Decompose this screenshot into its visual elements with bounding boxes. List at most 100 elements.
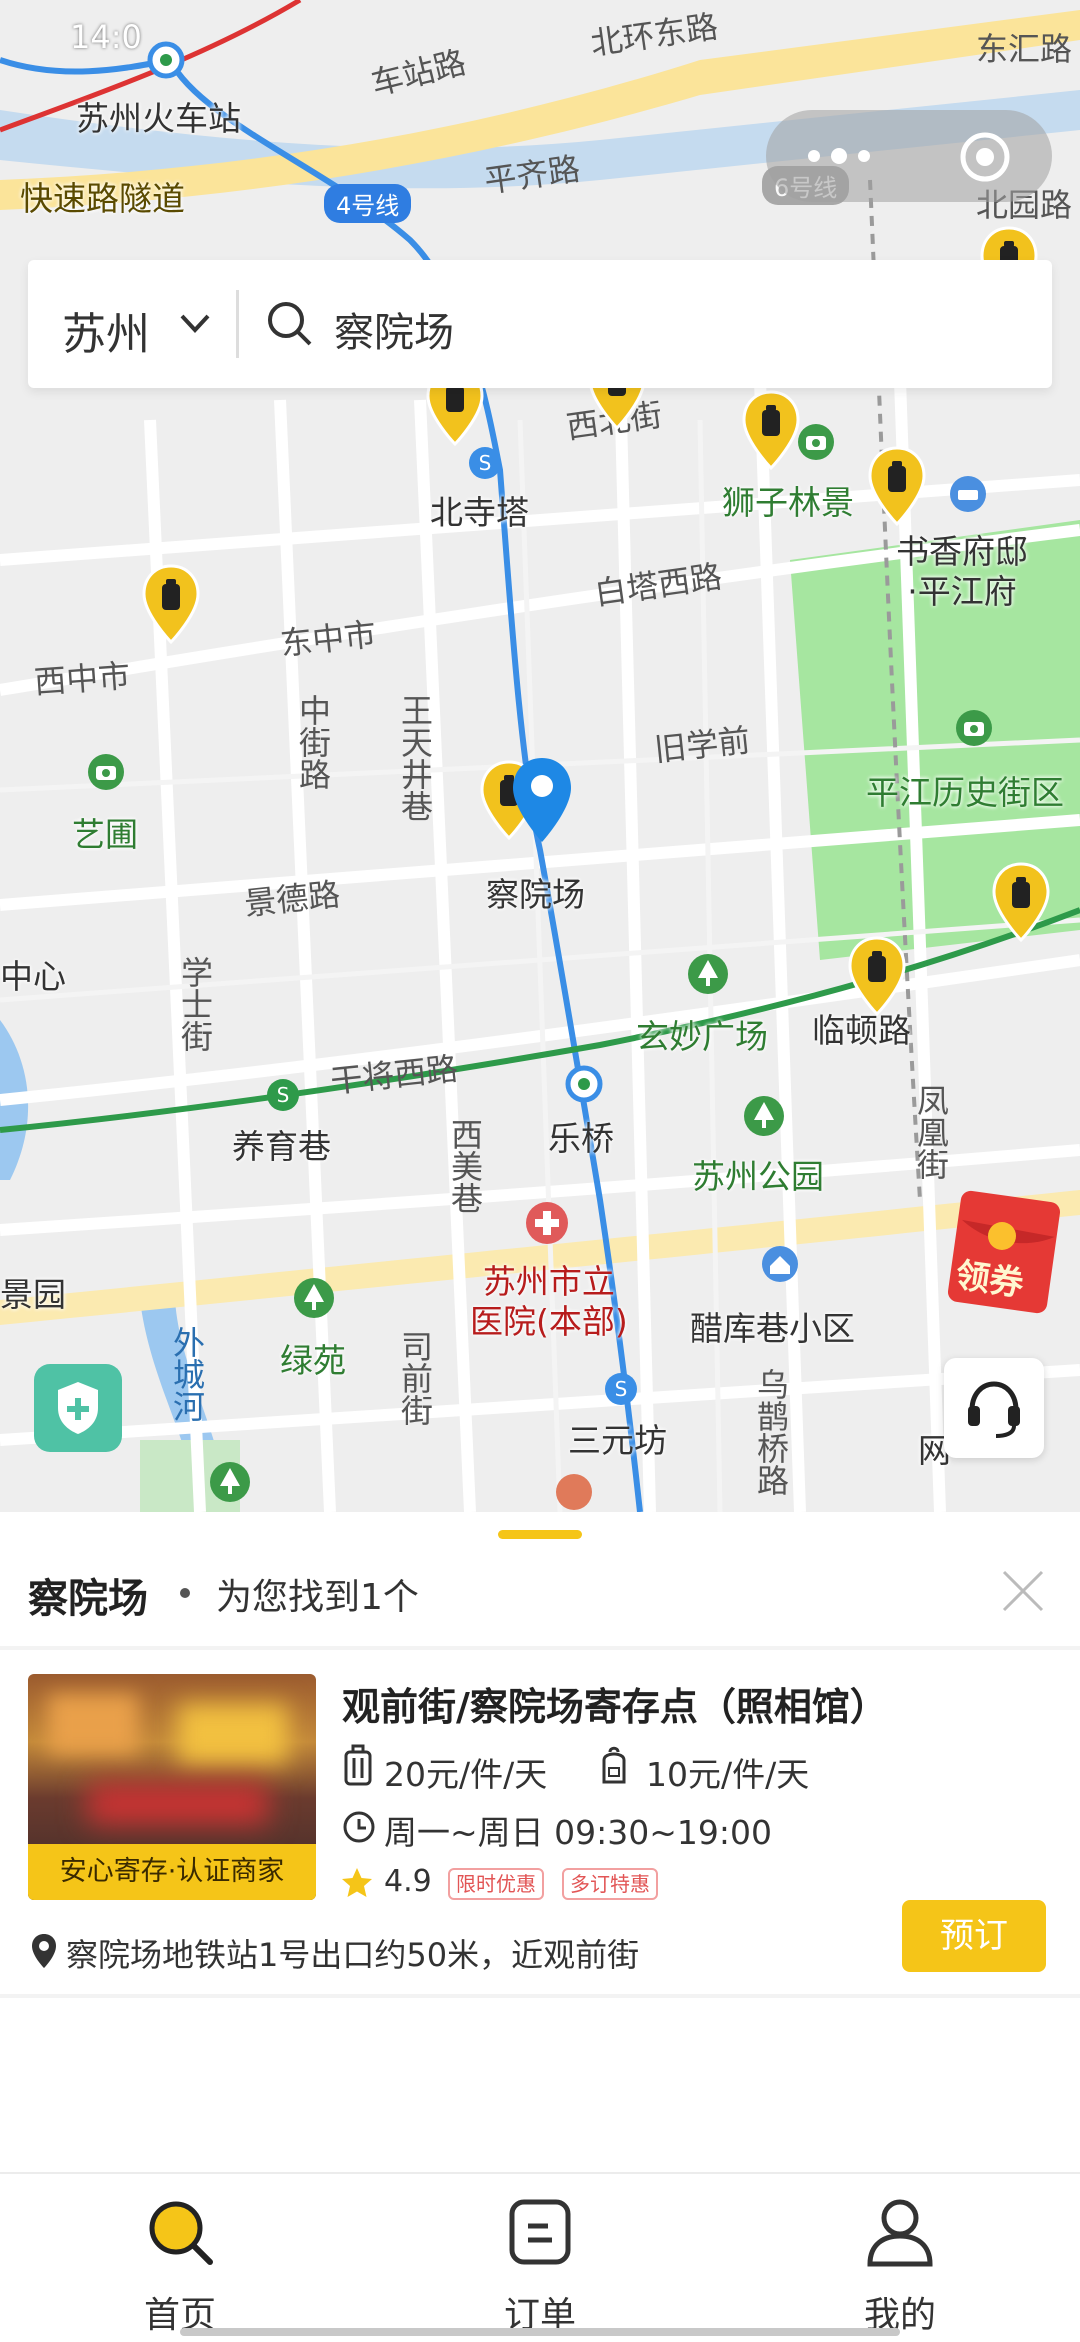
store-address: 察院场地铁站1号出口约50米，近观前街 bbox=[66, 1936, 640, 1974]
map-label-tunnel: 快速路隧道 bbox=[20, 179, 185, 218]
map-label-jingyuan: 景园 bbox=[0, 1275, 66, 1314]
tree-poi-icon bbox=[688, 954, 728, 994]
map-label-shizilin: 狮子林景 bbox=[722, 483, 854, 522]
map-label-shuxiang: 书香府邸 ·平江府 bbox=[896, 532, 1028, 611]
headset-icon bbox=[968, 1381, 1020, 1438]
shield-plus-icon bbox=[58, 1382, 98, 1434]
storage-pin-icon[interactable] bbox=[740, 390, 802, 470]
map-label-suzhou-station: 苏州火车站 bbox=[76, 99, 241, 138]
food-poi-icon bbox=[556, 1474, 592, 1510]
rating-value: 4.9 bbox=[384, 1864, 432, 1899]
map-label-zhongjie: 中街路 bbox=[294, 694, 332, 790]
search-input[interactable]: 察院场 bbox=[334, 300, 454, 358]
map-label-waicheng: 外城河 bbox=[168, 1326, 206, 1422]
map-label-fenghuang: 凤凰街 bbox=[912, 1084, 950, 1180]
status-time: 14:0 bbox=[70, 18, 142, 56]
close-program-icon[interactable] bbox=[958, 130, 1012, 184]
safety-shield-button[interactable] bbox=[34, 1364, 122, 1452]
camera-poi-icon bbox=[956, 710, 992, 746]
search-bar[interactable]: 苏州 察院场 bbox=[28, 260, 1052, 388]
backpack-icon bbox=[602, 1746, 626, 1784]
coupon-button[interactable]: 领券 bbox=[946, 1186, 1080, 1316]
map-label-donghui: 东汇路 bbox=[976, 30, 1073, 68]
search-icon bbox=[268, 302, 312, 346]
storage-pin-icon[interactable] bbox=[866, 446, 928, 526]
store-photo[interactable]: 安心寄存·认证商家 bbox=[28, 1674, 316, 1900]
selected-location-pin-icon[interactable] bbox=[510, 756, 574, 844]
camera-poi-icon bbox=[798, 424, 834, 460]
tree-poi-icon bbox=[744, 1096, 784, 1136]
promo-tag-multi: 多订特惠 bbox=[562, 1868, 658, 1900]
sheet-title: 察院场 bbox=[28, 1576, 148, 1622]
map-label-siqian: 司前街 bbox=[396, 1330, 434, 1426]
sheet-drag-handle[interactable] bbox=[498, 1530, 582, 1539]
metro-station-icon: S bbox=[605, 1373, 637, 1405]
close-icon[interactable] bbox=[1000, 1568, 1046, 1614]
opening-hours: 周一~周日 09:30~19:00 bbox=[384, 1813, 772, 1852]
map-label-cuku: 醋库巷小区 bbox=[690, 1309, 855, 1348]
map-view[interactable]: 苏州火车站 快速路隧道 车站路 平齐路 北环东路 东汇路 北园路 西北街 北寺塔… bbox=[0, 0, 1080, 1512]
map-label-wangtianjing: 王天井巷 bbox=[396, 694, 434, 822]
svg-text:S: S bbox=[615, 1377, 628, 1401]
map-label-xueshi: 学士街 bbox=[176, 956, 214, 1052]
svg-text:S: S bbox=[277, 1083, 290, 1107]
storage-pin-icon[interactable] bbox=[140, 564, 202, 644]
clock-icon bbox=[343, 1811, 375, 1843]
map-label-leqiao: 乐桥 bbox=[548, 1119, 614, 1158]
customer-service-button[interactable] bbox=[944, 1358, 1044, 1458]
city-selector[interactable]: 苏州 bbox=[62, 298, 150, 362]
map-label-center: 中心 bbox=[0, 957, 66, 996]
map-label-hospital: 苏州市立 医院(本部) bbox=[470, 1262, 628, 1341]
results-sheet: 察院场 为您找到1个 安心寄存·认证商家 观前街/察院场寄存点（照相馆） 20元… bbox=[0, 1512, 1080, 2172]
book-button[interactable]: 预订 bbox=[902, 1900, 1046, 1972]
chevron-down-icon[interactable] bbox=[174, 302, 216, 344]
profile-icon bbox=[867, 2199, 933, 2267]
divider bbox=[0, 1994, 1080, 1998]
map-label-suzhou-park: 苏州公园 bbox=[692, 1157, 824, 1196]
svg-text:S: S bbox=[479, 451, 492, 475]
hotel-poi-icon bbox=[950, 476, 986, 512]
search-icon bbox=[149, 2201, 213, 2265]
mini-program-capsule[interactable] bbox=[766, 110, 1052, 202]
hospital-poi-icon bbox=[526, 1202, 568, 1244]
storage-pin-icon[interactable] bbox=[990, 862, 1052, 942]
map-label-pingjiang: 平江历史街区 bbox=[866, 773, 1064, 812]
nav-orders[interactable]: 订单 bbox=[440, 2174, 640, 2342]
map-label-lvyuan: 绿苑 bbox=[280, 1341, 346, 1380]
map-label-xuanmiao: 玄妙广场 bbox=[636, 1017, 768, 1056]
star-icon bbox=[342, 1868, 372, 1897]
price-small-luggage: 10元/件/天 bbox=[646, 1755, 810, 1794]
map-label-ximei: 西美巷 bbox=[446, 1118, 484, 1214]
home-indicator bbox=[180, 2328, 900, 2336]
bottom-nav: 首页 订单 我的 bbox=[0, 2172, 1080, 2342]
price-large-luggage: 20元/件/天 bbox=[384, 1755, 548, 1794]
residence-poi-icon bbox=[762, 1246, 798, 1282]
map-label-beisita: 北寺塔 bbox=[430, 493, 529, 532]
map-label-sanyuanfang: 三元坊 bbox=[568, 1421, 667, 1460]
coupon-label: 领券 bbox=[953, 1255, 1026, 1305]
metro-station-icon bbox=[147, 41, 185, 79]
search-divider bbox=[236, 290, 239, 358]
more-dots-icon[interactable] bbox=[804, 142, 874, 170]
store-name[interactable]: 观前街/察院场寄存点（照相馆） bbox=[342, 1676, 888, 1731]
map-label-yangyu: 养育巷 bbox=[232, 1127, 331, 1166]
nav-profile[interactable]: 我的 bbox=[800, 2174, 1000, 2342]
tree-poi-icon bbox=[210, 1462, 250, 1502]
location-icon bbox=[32, 1934, 56, 1968]
result-count: 为您找到1个 bbox=[216, 1577, 419, 1618]
nav-home[interactable]: 首页 bbox=[80, 2174, 280, 2342]
camera-poi-icon bbox=[88, 754, 124, 790]
map-label-chayuanchang: 察院场 bbox=[486, 875, 585, 914]
certified-badge: 安心寄存·认证商家 bbox=[28, 1844, 316, 1900]
map-label-xizhongshi: 西中市 bbox=[32, 656, 132, 702]
metro-station-icon: S bbox=[267, 1079, 299, 1111]
promo-tag-limited: 限时优惠 bbox=[448, 1868, 544, 1900]
separator-dot bbox=[180, 1588, 190, 1598]
metro-line4-badge: 4号线 bbox=[324, 184, 412, 223]
storage-pin-icon[interactable] bbox=[846, 936, 908, 1016]
map-label-yipu: 艺圃 bbox=[72, 815, 138, 854]
tree-poi-icon bbox=[294, 1278, 334, 1318]
divider bbox=[0, 1646, 1080, 1650]
suitcase-icon bbox=[344, 1744, 372, 1786]
metro-station-icon: S bbox=[469, 447, 501, 479]
